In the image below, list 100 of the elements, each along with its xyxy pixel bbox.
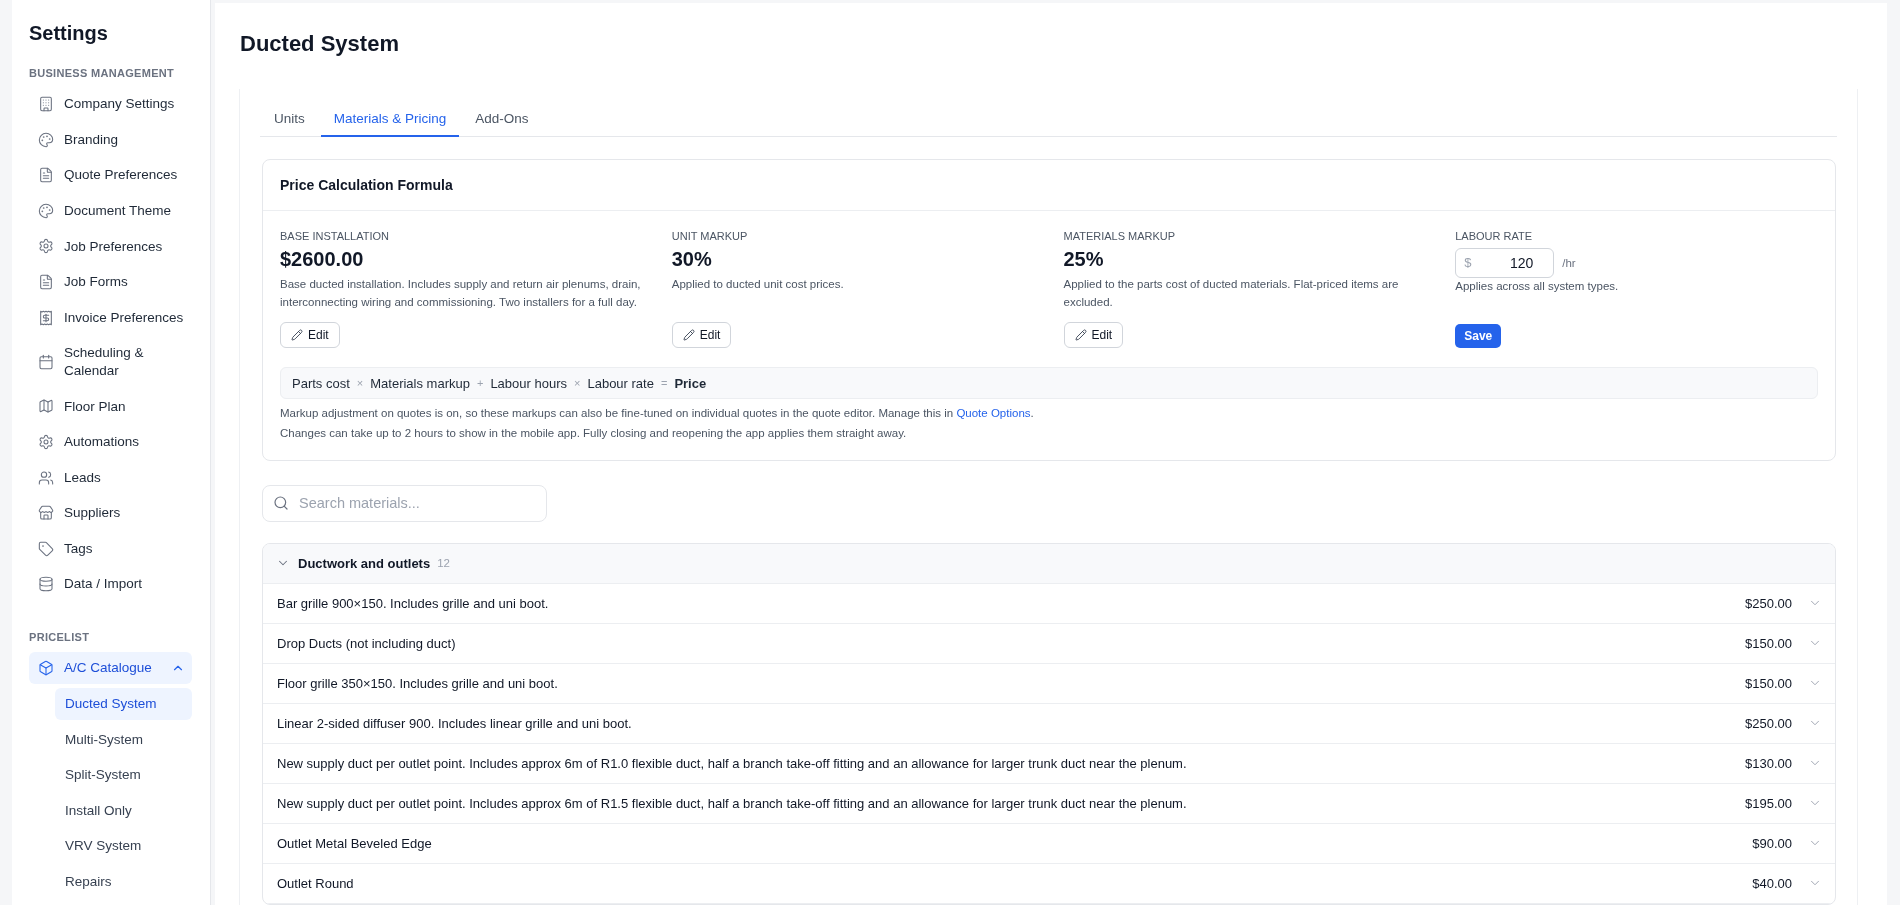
material-name: Outlet Metal Beveled Edge bbox=[277, 835, 433, 851]
sidebar-subitem[interactable]: Repairs bbox=[55, 865, 192, 898]
sidebar-subitem[interactable]: Multi-System bbox=[55, 723, 192, 756]
formula-term: Labour rate bbox=[587, 375, 654, 391]
material-row[interactable]: Bar grille 900×150. Includes grille and uni boot. $250.00 bbox=[263, 583, 1835, 624]
database-icon bbox=[38, 576, 54, 593]
sidebar-item[interactable]: Document Theme bbox=[29, 194, 192, 227]
currency-symbol: $ bbox=[1464, 255, 1472, 271]
field-description: Applied to the parts cost of ducted materials. Flat-priced items are excluded. bbox=[1063, 277, 1400, 310]
material-price: $150.00 bbox=[1745, 635, 1792, 651]
edit-button[interactable]: Edit bbox=[1063, 322, 1124, 348]
tab[interactable]: Materials & Pricing bbox=[320, 101, 460, 137]
formula-term: Parts cost bbox=[292, 375, 350, 391]
receipt-icon bbox=[38, 309, 54, 326]
sidebar-item[interactable]: Invoice Preferences bbox=[29, 301, 192, 334]
sidebar-item[interactable]: Tags bbox=[29, 532, 192, 565]
material-row[interactable]: New supply duct per outlet point. Includes approx 6m of R1.5 flexible duct, half a branch take-off fitting and an allowance for larger trunk duct near the plenum. $195.00 bbox=[263, 783, 1835, 824]
material-name: Floor grille 350×150. Includes grille and uni boot. bbox=[277, 675, 559, 691]
settings-icon bbox=[38, 238, 54, 255]
field-value: 30% bbox=[671, 247, 712, 271]
search-field[interactable]: Search materials... bbox=[262, 484, 547, 522]
cube-icon bbox=[38, 660, 54, 677]
pencil-icon bbox=[682, 329, 695, 341]
material-row[interactable]: Outlet Metal Beveled Edge $90.00 bbox=[263, 823, 1835, 864]
quote-options-link[interactable]: Quote Options bbox=[956, 407, 1031, 419]
field-description: Applies across all system types. bbox=[1455, 279, 1619, 294]
material-name: Outlet Round bbox=[277, 875, 355, 891]
material-row[interactable]: Outlet Round $40.00 bbox=[263, 863, 1835, 904]
sidebar-item[interactable]: Leads bbox=[29, 461, 192, 494]
building-icon bbox=[38, 96, 54, 112]
sidebar-subitem[interactable]: Install Only bbox=[55, 794, 192, 827]
palette-icon bbox=[38, 131, 54, 148]
sidebar-subitem[interactable]: Ducted System bbox=[55, 687, 192, 720]
material-price: $40.00 bbox=[1752, 875, 1792, 891]
material-price: $130.00 bbox=[1745, 755, 1792, 771]
map-icon bbox=[38, 398, 54, 415]
page-title: Ducted System bbox=[239, 30, 400, 58]
save-button[interactable]: Save bbox=[1455, 324, 1502, 348]
material-name: Bar grille 900×150. Includes grille and uni boot. bbox=[277, 595, 550, 611]
info-note: Changes can take up to 2 hours to show in the mobile app. Fully closing and reopening the app applies them straight away. bbox=[280, 426, 908, 441]
field-value: $2600.00 bbox=[280, 247, 364, 271]
section-heading: BUSINESS MANAGEMENT bbox=[29, 66, 176, 80]
material-row[interactable]: Drop Ducts (not including duct) $150.00 bbox=[263, 623, 1835, 664]
field-label: MATERIALS MARKUP bbox=[1063, 229, 1176, 243]
material-price: $150.00 bbox=[1745, 675, 1792, 691]
sidebar-item[interactable]: Job Preferences bbox=[29, 230, 192, 263]
info-note: Markup adjustment on quotes is on, so these markups can also be fine-tuned on individual quotes in the quote editor. Manage this in Quote Options. bbox=[280, 406, 1035, 421]
sidebar-item[interactable]: Suppliers bbox=[29, 497, 192, 530]
sidebar-subitem[interactable]: VRV System bbox=[55, 830, 192, 863]
calendar-icon bbox=[38, 353, 54, 370]
tag-icon bbox=[38, 540, 54, 557]
search-icon bbox=[273, 495, 289, 511]
field-value: 25% bbox=[1063, 247, 1104, 271]
pencil-icon bbox=[1074, 329, 1087, 341]
field-label: BASE INSTALLATION bbox=[280, 229, 389, 243]
edit-button[interactable]: Edit bbox=[280, 322, 340, 348]
material-name: Linear 2-sided diffuser 900. Includes linear grille and uni boot. bbox=[277, 715, 633, 731]
formula-term: Materials markup bbox=[370, 375, 470, 391]
material-name: Drop Ducts (not including duct) bbox=[277, 635, 457, 651]
material-price: $250.00 bbox=[1745, 715, 1792, 731]
document-icon bbox=[38, 273, 54, 290]
material-row[interactable]: Floor grille 350×150. Includes grille and uni boot. $150.00 bbox=[263, 663, 1835, 704]
formula-result: Price bbox=[674, 375, 707, 391]
settings-icon bbox=[38, 433, 54, 450]
field-description: Base ducted installation. Includes supply and return air plenums, drain, interconnecting wiring and commissioning. Two installers for a full day. bbox=[280, 277, 642, 310]
field-description: Applied to ducted unit cost prices. bbox=[671, 277, 844, 292]
sidebar-item[interactable]: Automations bbox=[29, 425, 192, 458]
material-row[interactable]: Linear 2-sided diffuser 900. Includes linear grille and uni boot. $250.00 bbox=[263, 703, 1835, 744]
pencil-icon bbox=[291, 329, 303, 341]
sidebar-title: Settings bbox=[29, 21, 109, 46]
sidebar-item[interactable]: Job Forms bbox=[29, 265, 192, 298]
sidebar-item[interactable]: Data / Import bbox=[29, 568, 192, 601]
sidebar-item[interactable]: Scheduling & Calendar bbox=[29, 337, 192, 387]
item-count: 12 bbox=[437, 557, 450, 569]
section-heading: PRICELIST bbox=[29, 630, 91, 645]
sidebar-item[interactable]: Branding bbox=[29, 123, 192, 156]
sidebar-item[interactable]: Quote Preferences bbox=[29, 159, 192, 192]
material-price: $250.00 bbox=[1745, 595, 1792, 611]
field-label: LABOUR RATE bbox=[1455, 229, 1533, 243]
formula-operator: + bbox=[476, 377, 484, 389]
material-row[interactable]: New supply duct per outlet point. Includes approx 6m of R1.0 flexible duct, half a branch take-off fitting and an allowance for larger trunk duct near the plenum. $130.00 bbox=[263, 743, 1835, 784]
users-icon bbox=[38, 469, 54, 486]
formula-term: Labour hours bbox=[490, 375, 567, 391]
material-price: $90.00 bbox=[1752, 835, 1792, 851]
sidebar-item[interactable]: Floor Plan bbox=[29, 390, 192, 423]
document-icon bbox=[38, 167, 54, 184]
formula-operator: = bbox=[660, 377, 668, 389]
material-name: New supply duct per outlet point. Includes approx 6m of R1.0 flexible duct, half a branch take-off fitting and an allowance for larger trunk duct near the plenum. bbox=[277, 755, 1188, 771]
unit-suffix: /hr bbox=[1562, 257, 1576, 269]
tab[interactable]: Units bbox=[261, 101, 318, 137]
sidebar-item[interactable]: Company Settings bbox=[29, 88, 192, 120]
sidebar-subitem[interactable]: Split-System bbox=[55, 759, 192, 792]
material-name: New supply duct per outlet point. Includes approx 6m of R1.5 flexible duct, half a branch take-off fitting and an allowance for larger trunk duct near the plenum. bbox=[277, 795, 1188, 811]
palette-icon bbox=[38, 202, 54, 219]
store-icon bbox=[38, 505, 54, 522]
group-header[interactable]: Ductwork and outlets 12 bbox=[263, 543, 1835, 584]
tab[interactable]: Add-Ons bbox=[462, 101, 542, 137]
sidebar-item[interactable]: A/C Catalogue bbox=[29, 652, 192, 685]
edit-button[interactable]: Edit bbox=[671, 322, 732, 348]
field-label: UNIT MARKUP bbox=[671, 229, 748, 243]
